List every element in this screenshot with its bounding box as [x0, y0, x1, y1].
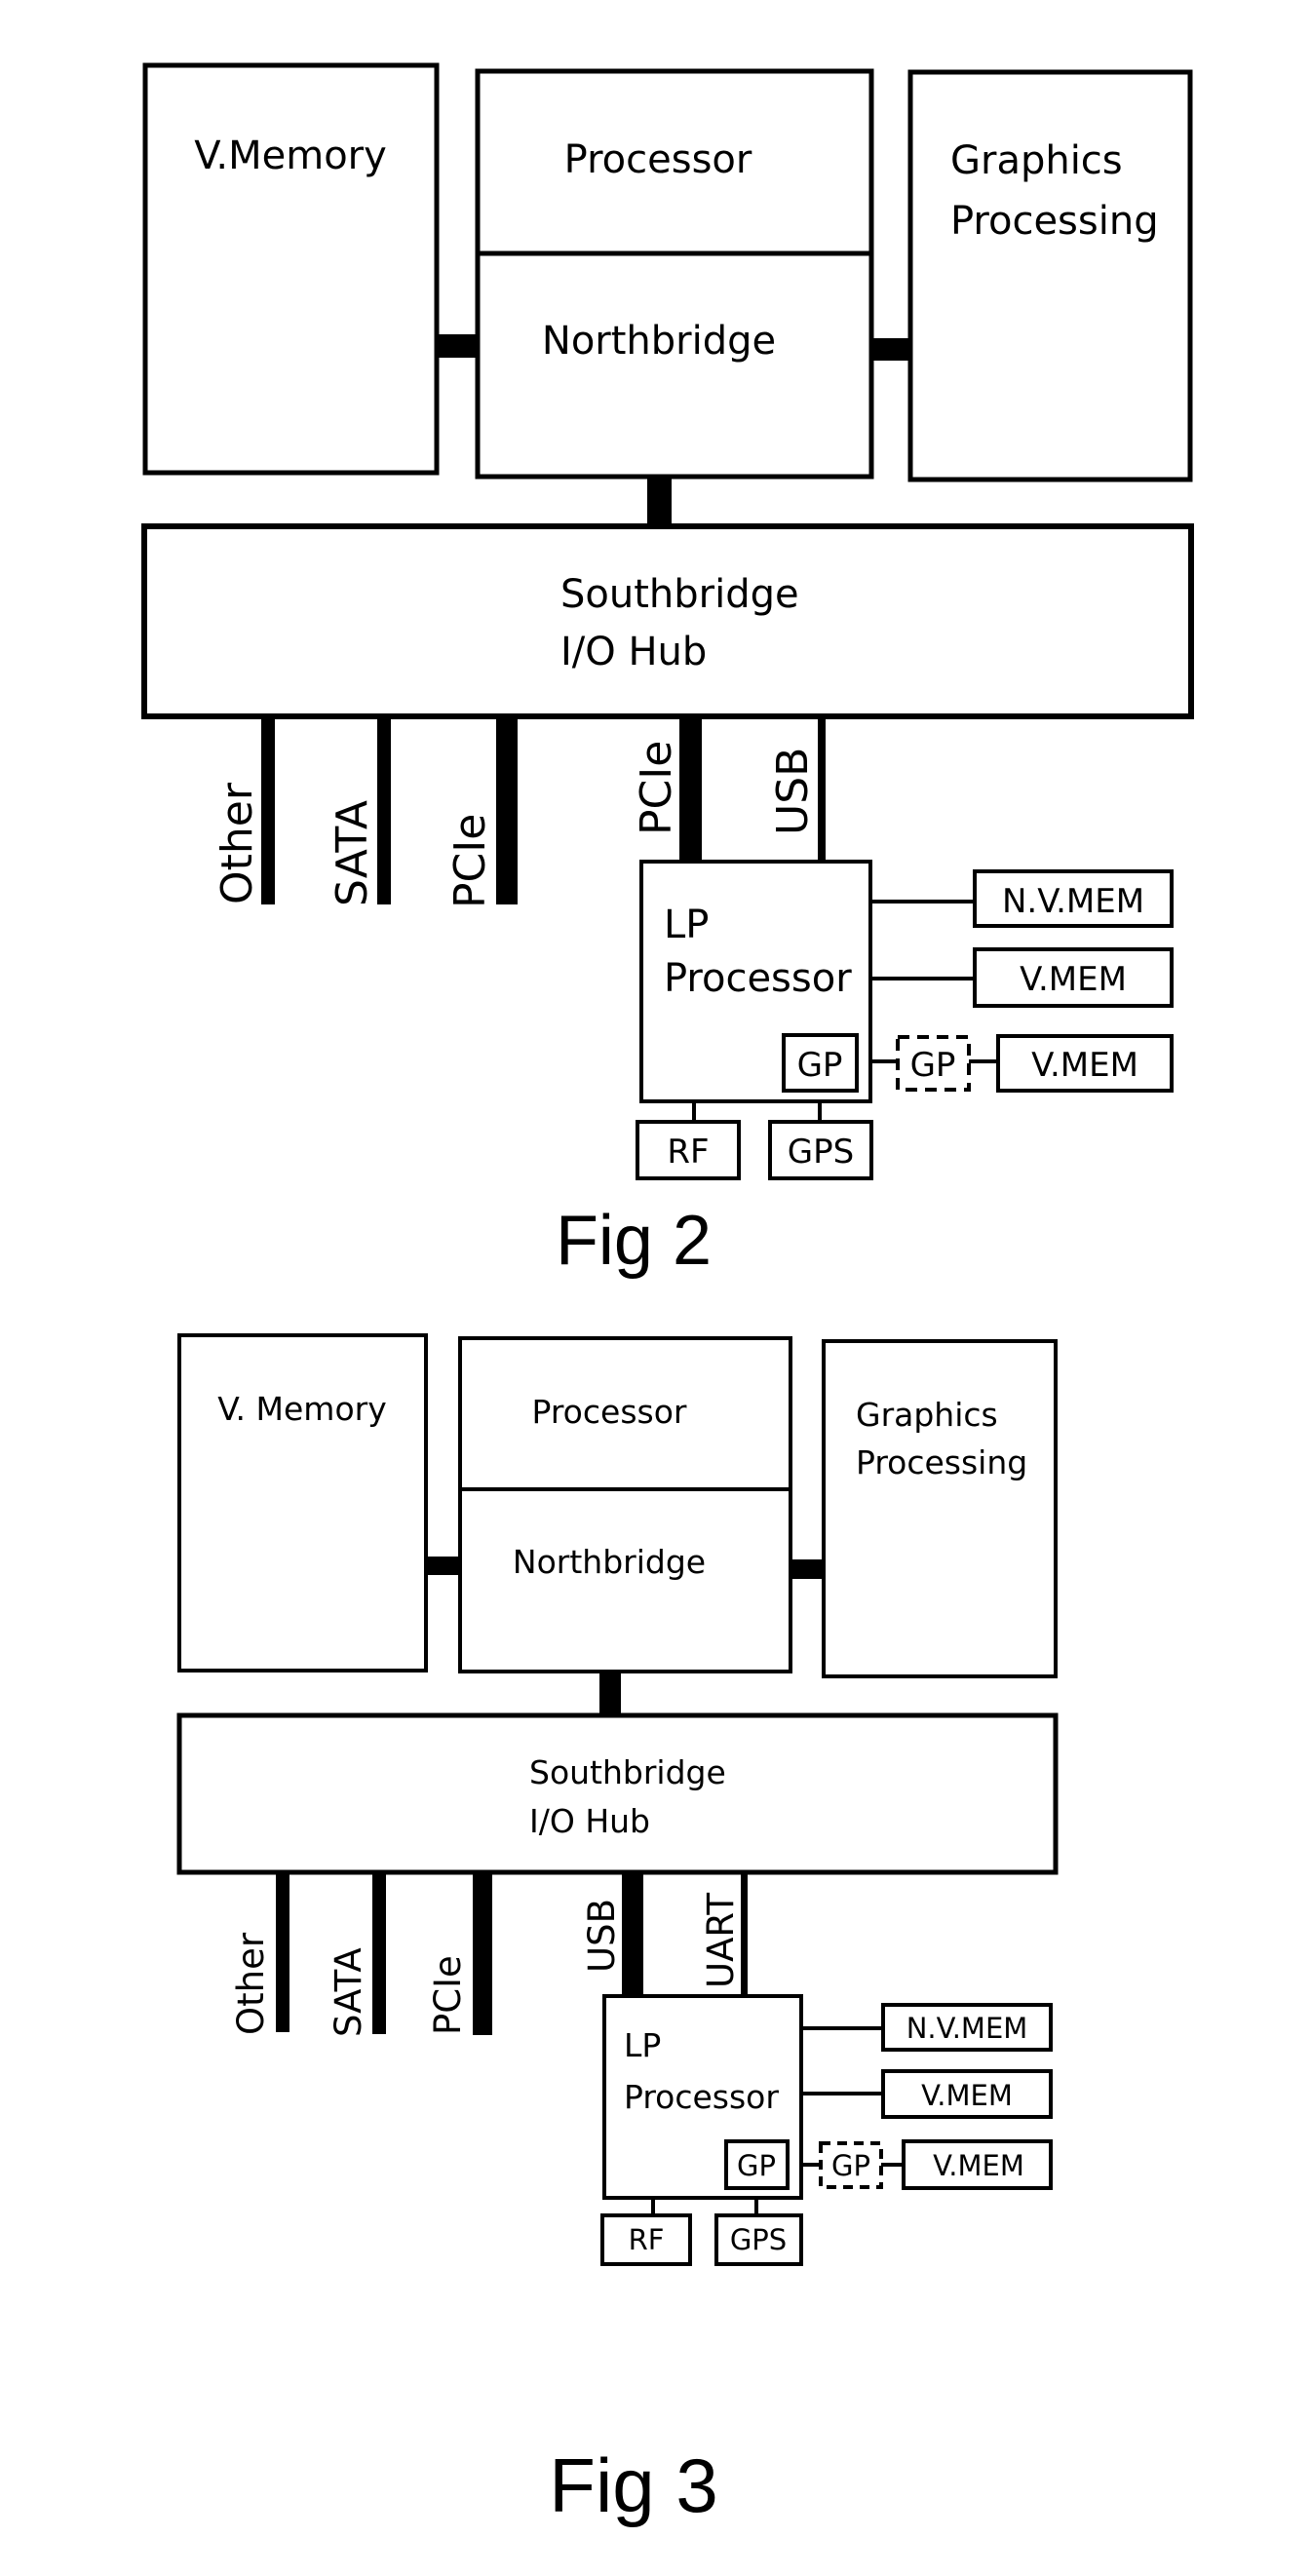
southbridge-label-line2: I/O Hub	[529, 1802, 650, 1840]
bus-label-other: Other	[212, 782, 262, 904]
processor-label: Processor	[564, 137, 752, 182]
figure-3: V. Memory Processor Northbridge Graphics…	[176, 1333, 1059, 2528]
nv-mem-label: N.V.MEM	[1002, 882, 1144, 921]
bus-label-usb: USB	[581, 1899, 623, 1973]
nv-mem-label: N.V.MEM	[906, 2012, 1028, 2045]
figure-caption: Fig 2	[556, 1202, 712, 1280]
v-memory-label: V.Memory	[194, 134, 387, 178]
bus-label-pcie: PCIe	[445, 814, 495, 908]
vmemory-northbridge-link	[426, 1557, 461, 1575]
vmemory-northbridge-link	[436, 334, 480, 358]
bus-label-uart: UART	[700, 1893, 742, 1988]
bus-pcie-lp	[679, 716, 702, 863]
bus-uart-lp	[741, 1872, 748, 1996]
gp-external-label: GP	[831, 2149, 870, 2182]
bus-other	[276, 1872, 289, 2032]
northbridge-label: Northbridge	[513, 1543, 706, 1581]
bus-label-pcie-lp: PCIe	[632, 741, 681, 835]
southbridge-block	[141, 523, 1194, 719]
northbridge-southbridge-link	[647, 476, 672, 528]
northbridge-graphics-link	[790, 1559, 825, 1579]
graphics-label-line2: Processing	[856, 1443, 1027, 1481]
lp-label-line2: Processor	[664, 956, 852, 1001]
bus-pcie	[473, 1872, 492, 2035]
v-mem-label: V.MEM	[1020, 960, 1127, 999]
rf-label: RF	[667, 1133, 709, 1172]
gp-external-label: GP	[910, 1046, 956, 1085]
rf-label: RF	[629, 2223, 665, 2256]
figure-caption: Fig 3	[549, 2442, 717, 2528]
lp-label-line2: Processor	[624, 2078, 779, 2116]
bus-label-other: Other	[230, 1932, 272, 2035]
northbridge-southbridge-link	[599, 1671, 621, 1717]
graphics-label-line1: Graphics	[950, 138, 1123, 183]
lp-label-line1: LP	[664, 903, 709, 947]
gp-v-mem-label: V.MEM	[933, 2149, 1024, 2182]
graphics-processing-block	[822, 1339, 1058, 1678]
bus-other	[261, 716, 275, 904]
gp-internal-label: GP	[737, 2149, 776, 2182]
bus-label-sata: SATA	[328, 800, 377, 906]
v-memory-block	[142, 62, 440, 476]
northbridge-label: Northbridge	[542, 319, 776, 364]
v-memory-block	[177, 1333, 428, 1672]
graphics-processing-block	[907, 69, 1193, 482]
processor-northbridge-block	[475, 68, 874, 480]
graphics-label-line1: Graphics	[856, 1396, 998, 1434]
v-memory-label: V. Memory	[217, 1390, 387, 1428]
bus-sata	[372, 1872, 386, 2034]
diagram-canvas: V.Memory Processor Northbridge Graphics …	[141, 62, 1194, 2528]
bus-label-usb: USB	[768, 748, 818, 835]
processor-label: Processor	[532, 1393, 687, 1431]
gp-internal-label: GP	[797, 1046, 843, 1085]
bus-usb-lp	[622, 1872, 643, 1996]
gp-v-mem-label: V.MEM	[1031, 1046, 1138, 1085]
southbridge-block	[176, 1712, 1059, 1875]
northbridge-graphics-link	[870, 338, 911, 361]
graphics-label-line2: Processing	[950, 199, 1159, 244]
southbridge-label-line2: I/O Hub	[560, 630, 707, 674]
bus-pcie	[496, 716, 518, 904]
gps-label: GPS	[788, 1133, 854, 1172]
gps-label: GPS	[730, 2223, 787, 2256]
bus-sata	[377, 716, 391, 904]
bus-usb-lp	[818, 716, 826, 863]
lp-label-line1: LP	[624, 2026, 661, 2064]
v-mem-label: V.MEM	[921, 2079, 1013, 2112]
figure-2: V.Memory Processor Northbridge Graphics …	[141, 62, 1194, 1280]
bus-label-pcie: PCIe	[427, 1955, 469, 2035]
processor-northbridge-block	[458, 1336, 792, 1673]
southbridge-label-line1: Southbridge	[560, 572, 799, 617]
southbridge-label-line1: Southbridge	[529, 1753, 726, 1791]
bus-label-sata: SATA	[328, 1947, 369, 2037]
